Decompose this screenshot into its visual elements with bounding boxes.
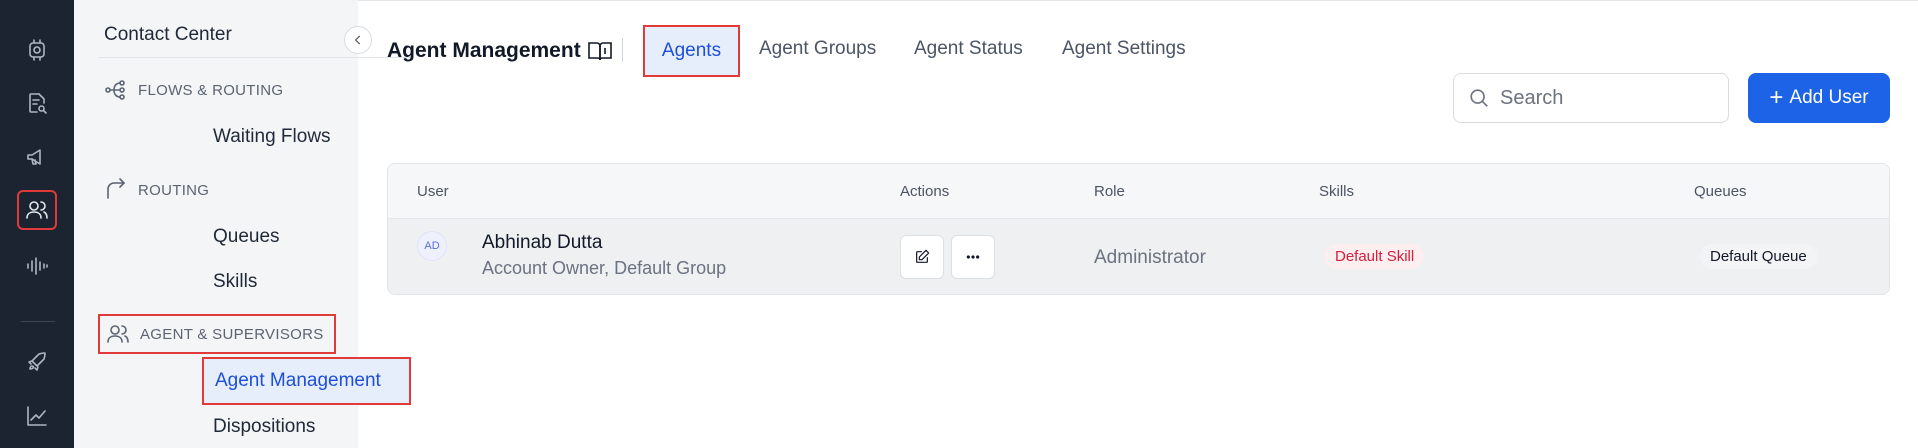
table-header: User Actions Role Skills Queues — [388, 164, 1889, 219]
tab-agent-groups[interactable]: Agent Groups — [759, 38, 876, 60]
agents-table: User Actions Role Skills Queues AD Abhin… — [387, 163, 1890, 295]
rail-reports-button[interactable] — [17, 83, 57, 123]
section-agent-supervisors[interactable]: AGENT & SUPERVISORS — [98, 314, 336, 354]
sidebar-item-queues[interactable]: Queues — [213, 226, 280, 248]
tab-agent-status[interactable]: Agent Status — [914, 38, 1023, 60]
rail-voice-button[interactable] — [17, 246, 57, 286]
icon-rail — [0, 0, 74, 448]
rail-divider — [21, 321, 55, 322]
rail-users-button[interactable] — [17, 190, 57, 230]
sidebar-title: Contact Center — [104, 24, 232, 45]
search-input[interactable] — [1500, 86, 1700, 110]
rail-launch-button[interactable] — [17, 342, 57, 382]
avatar: AD — [417, 231, 447, 261]
add-user-label: Add User — [1789, 87, 1869, 108]
users-icon — [107, 325, 129, 343]
column-header-actions: Actions — [900, 183, 950, 200]
user-role: Administrator — [1094, 247, 1206, 268]
edit-icon — [916, 249, 930, 263]
section-routing[interactable]: ROUTING — [104, 178, 209, 202]
rail-campaigns-button[interactable] — [17, 137, 57, 177]
main-content: Agent Management Agents Agent Groups Age… — [358, 0, 1918, 448]
search-icon — [1470, 89, 1488, 107]
secondary-sidebar: Contact Center FLOWS & ROUTING Waiting F… — [74, 0, 411, 448]
section-label: AGENT & SUPERVISORS — [140, 325, 324, 343]
waveform-icon — [27, 257, 48, 275]
page-title-text: Agent Management — [387, 39, 581, 62]
title-separator — [622, 38, 623, 62]
tab-agent-settings[interactable]: Agent Settings — [1062, 38, 1186, 60]
section-label: FLOWS & ROUTING — [138, 81, 284, 99]
megaphone-icon — [27, 149, 41, 165]
more-options-button[interactable] — [951, 235, 995, 279]
rocket-icon — [28, 352, 46, 371]
rail-analytics-button[interactable] — [17, 396, 57, 436]
collapse-sidebar-button[interactable] — [344, 26, 372, 54]
sidebar-item-skills[interactable]: Skills — [213, 271, 257, 293]
top-border — [358, 0, 1918, 1]
column-header-skills: Skills — [1319, 183, 1355, 200]
add-user-button[interactable]: + Add User — [1748, 73, 1890, 123]
sidebar-item-waiting-flows[interactable]: Waiting Flows — [213, 126, 331, 148]
user-name: Abhinab Dutta — [482, 232, 603, 253]
page-title: Agent Management — [387, 39, 613, 63]
document-search-icon — [29, 93, 47, 114]
rail-settings-button[interactable] — [17, 30, 57, 70]
settings-chip-icon — [29, 39, 45, 61]
column-header-user: User — [417, 183, 449, 200]
users-icon — [26, 201, 48, 219]
tab-agents[interactable]: Agents — [643, 25, 740, 77]
sidebar-item-dispositions[interactable]: Dispositions — [213, 416, 315, 438]
user-subtitle: Account Owner, Default Group — [482, 258, 727, 278]
route-arrow-icon — [107, 178, 125, 199]
skill-badge: Default Skill — [1325, 244, 1425, 269]
column-header-queues: Queues — [1694, 183, 1747, 200]
column-header-role: Role — [1094, 183, 1125, 200]
line-chart-icon — [27, 406, 47, 426]
flow-icon — [105, 80, 125, 100]
plus-icon: + — [1769, 84, 1784, 111]
search-box[interactable] — [1453, 73, 1729, 123]
queue-badge: Default Queue — [1700, 244, 1817, 269]
chevron-left-icon — [354, 35, 361, 45]
more-horizontal-icon — [966, 255, 980, 259]
section-flows-routing[interactable]: FLOWS & ROUTING — [104, 78, 283, 102]
book-icon[interactable] — [587, 40, 613, 62]
table-row[interactable]: AD Abhinab Dutta Account Owner, Default … — [388, 219, 1889, 294]
edit-button[interactable] — [900, 235, 944, 279]
section-label: ROUTING — [138, 181, 210, 199]
